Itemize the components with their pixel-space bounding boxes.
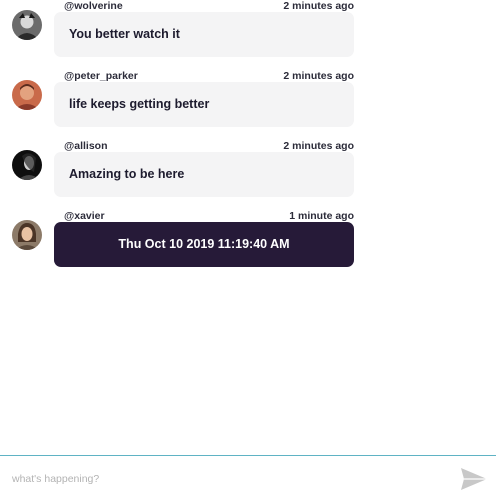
message-meta: @allison 2 minutes ago	[64, 140, 354, 152]
user-avatar-icon	[12, 10, 42, 40]
message-bubble-own: Thu Oct 10 2019 11:19:40 AM	[54, 222, 354, 267]
message-meta: @wolverine 2 minutes ago	[64, 0, 354, 12]
message-input[interactable]	[12, 468, 432, 490]
user-avatar-icon	[12, 220, 42, 250]
message-meta: @xavier 1 minute ago	[64, 210, 354, 222]
send-icon	[461, 468, 487, 490]
send-button[interactable]	[459, 466, 489, 492]
message-username[interactable]: @allison	[64, 140, 108, 152]
user-avatar-icon	[12, 150, 42, 180]
message-timestamp: 2 minutes ago	[283, 0, 354, 12]
user-avatar-icon	[12, 80, 42, 110]
message-bubble: Amazing to be here	[54, 152, 354, 197]
chat-window: @wolverine 2 minutes ago You better watc…	[0, 0, 496, 500]
message-timestamp: 2 minutes ago	[283, 140, 354, 152]
message-username[interactable]: @wolverine	[64, 0, 123, 12]
message-bubble: life keeps getting better	[54, 82, 354, 127]
message-item: @peter_parker 2 minutes ago life keeps g…	[0, 70, 496, 140]
message-composer	[0, 455, 496, 500]
avatar[interactable]	[12, 80, 42, 110]
message-item: @xavier 1 minute ago Thu Oct 10 2019 11:…	[0, 210, 496, 280]
message-username[interactable]: @peter_parker	[64, 70, 138, 82]
message-item: @allison 2 minutes ago Amazing to be her…	[0, 140, 496, 210]
message-meta: @peter_parker 2 minutes ago	[64, 70, 354, 82]
avatar[interactable]	[12, 10, 42, 40]
avatar[interactable]	[12, 150, 42, 180]
message-timestamp: 1 minute ago	[289, 210, 354, 222]
avatar[interactable]	[12, 220, 42, 250]
message-bubble: You better watch it	[54, 12, 354, 57]
message-username[interactable]: @xavier	[64, 210, 105, 222]
message-timestamp: 2 minutes ago	[283, 70, 354, 82]
message-item: @wolverine 2 minutes ago You better watc…	[0, 0, 496, 70]
